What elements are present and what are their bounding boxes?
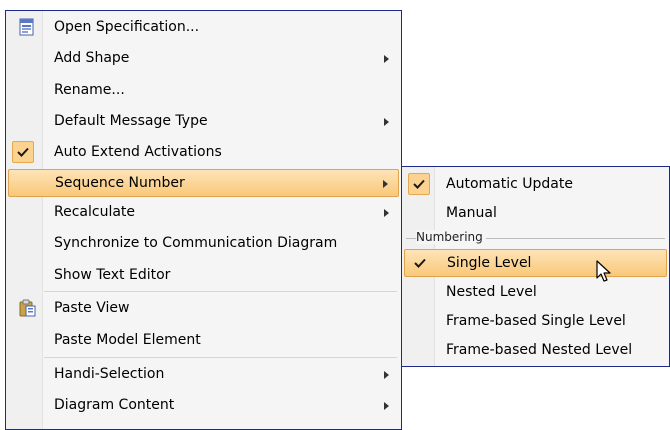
menu-item-paste-model-element[interactable]: Paste Model Element [8,327,399,355]
numbering-label: Numbering [416,230,486,244]
sequence-number-submenu: Automatic Update Manual Numbering Single… [401,166,670,367]
menu-item-automatic-update[interactable]: Automatic Update [404,171,667,199]
menu-item-default-message-type[interactable]: Default Message Type [8,108,399,136]
checkmark-icon [12,141,34,163]
menu-item-open-specification[interactable]: Open Specification... [8,14,399,42]
menu-separator [44,291,397,292]
menu-item-recalculate[interactable]: Recalculate [8,199,399,227]
checkmark-icon [409,252,431,274]
menu-item-auto-extend-activations[interactable]: Auto Extend Activations [8,139,399,167]
menu-item-label: Nested Level [446,284,537,300]
checkmark-icon [408,173,430,195]
menu-item-label: Frame-based Single Level [446,313,626,329]
menu-item-label: Add Shape [54,50,130,66]
menu-item-single-level[interactable]: Single Level [404,249,667,277]
menu-separator [44,357,397,358]
menu-item-label: Recalculate [54,204,136,220]
context-menu: Open Specification... Add Shape Rename..… [5,10,402,430]
menu-item-nested-level[interactable]: Nested Level [404,279,667,307]
mouse-pointer-icon [596,260,612,288]
menu-item-handi-selection[interactable]: Handi-Selection [8,361,399,389]
submenu-arrow-icon [383,180,388,188]
menu-item-add-shape[interactable]: Add Shape [8,45,399,73]
menu-item-manual[interactable]: Manual [404,200,667,228]
submenu-arrow-icon [384,209,389,217]
menu-item-label: Frame-based Nested Level [446,342,633,358]
menu-item-label: Show Text Editor [54,267,171,283]
menu-item-frame-based-single-level[interactable]: Frame-based Single Level [404,308,667,336]
submenu-arrow-icon [384,118,389,126]
clipboard-icon [18,299,36,321]
menu-item-synchronize-communication-diagram[interactable]: Synchronize to Communication Diagram [8,230,399,258]
menu-item-frame-based-nested-level[interactable]: Frame-based Nested Level [404,337,667,365]
submenu-arrow-icon [384,371,389,379]
submenu-arrow-icon [384,55,389,63]
submenu-arrow-icon [384,402,389,410]
menu-item-label: Auto Extend Activations [54,144,222,160]
menu-item-label: Single Level [447,255,532,271]
menu-item-rename[interactable]: Rename... [8,77,399,105]
menu-item-sequence-number[interactable]: Sequence Number [8,169,399,197]
menu-item-label: Paste View [54,300,130,316]
menu-item-label: Rename... [54,82,125,98]
menu-item-label: Synchronize to Communication Diagram [54,235,338,251]
menu-item-show-text-editor[interactable]: Show Text Editor [8,262,399,290]
menu-item-label: Diagram Content [54,397,175,413]
menu-item-label: Automatic Update [446,176,573,192]
menu-item-label: Open Specification... [54,19,200,35]
menu-item-paste-view[interactable]: Paste View [8,295,399,323]
numbering-group-header: Numbering [404,230,667,246]
menu-item-label: Paste Model Element [54,332,201,348]
specification-icon [18,18,36,40]
menu-item-label: Manual [446,205,497,221]
menu-item-label: Default Message Type [54,113,208,129]
menu-item-label: Sequence Number [55,175,185,191]
menu-item-label: Handi-Selection [54,366,165,382]
